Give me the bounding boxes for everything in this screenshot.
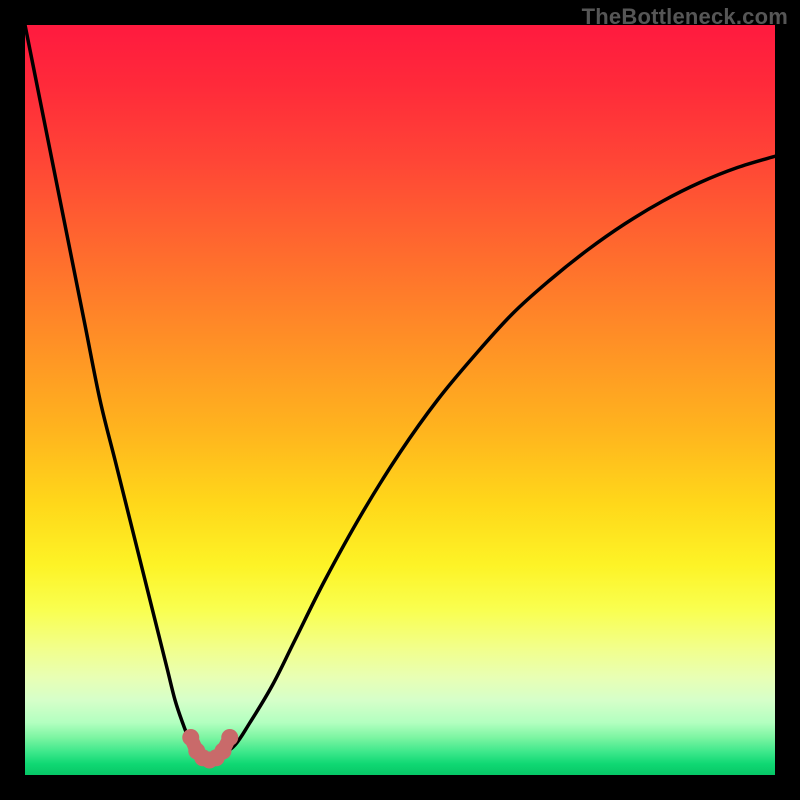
plot-area <box>25 25 775 775</box>
curve-svg <box>25 25 775 775</box>
bottleneck-curve <box>25 25 775 760</box>
valley-markers <box>182 729 238 769</box>
chart-frame: TheBottleneck.com <box>0 0 800 800</box>
valley-marker <box>221 729 238 746</box>
